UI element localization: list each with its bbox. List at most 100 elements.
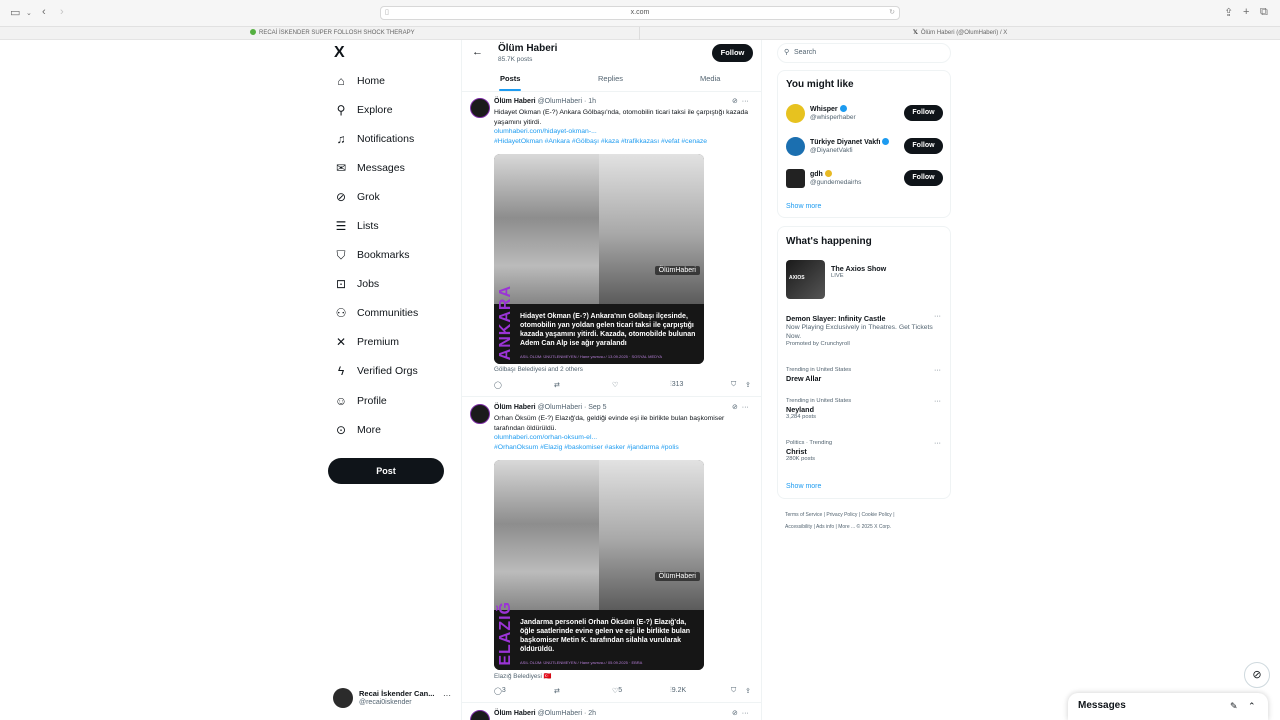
author-name[interactable]: Ölüm Haberi <box>494 98 536 105</box>
more-icon[interactable]: ··· <box>934 367 941 374</box>
x-logo[interactable]: X <box>328 44 458 66</box>
follow-button[interactable]: Follow <box>904 170 943 186</box>
search-input[interactable]: ⚲ Search <box>777 43 951 63</box>
nav-lists[interactable]: ☰ Lists <box>328 211 458 240</box>
axios-show-item[interactable]: The Axios Show LIVE <box>831 263 941 279</box>
share-icon[interactable]: ⇪ <box>745 381 751 389</box>
tweet-hashtags[interactable]: #OrhanOksum #Elazig #baskomiser #asker #… <box>494 444 679 451</box>
avatar[interactable] <box>470 98 490 118</box>
new-message-icon[interactable]: ✎ <box>1230 701 1238 712</box>
new-tab-icon[interactable]: + <box>1243 6 1249 18</box>
tab-posts[interactable]: Posts <box>500 74 520 83</box>
more-icon[interactable]: ··· <box>934 398 941 405</box>
nav-communities[interactable]: ⚇ Communities <box>328 299 458 328</box>
grok-icon[interactable]: ⊘ <box>732 98 738 105</box>
nav-profile[interactable]: ☺ Profile <box>328 386 458 415</box>
forward-icon[interactable]: › <box>60 6 64 18</box>
nav-jobs[interactable]: ⊡ Jobs <box>328 270 458 299</box>
views-icon[interactable]: ⫶ 313 <box>670 381 683 389</box>
author-name[interactable]: Ölüm Haberi <box>494 404 536 411</box>
show-more-link[interactable]: Show more <box>786 483 821 490</box>
grok-floating-button[interactable]: ⊘ <box>1244 662 1270 688</box>
back-arrow-icon[interactable]: ← <box>472 46 483 58</box>
messages-drawer[interactable]: Messages ✎ ⌃ <box>1068 693 1268 720</box>
more-icon[interactable]: ··· <box>742 98 749 105</box>
more-icon[interactable]: ··· <box>934 440 941 447</box>
share-icon[interactable]: ⇪ <box>1224 6 1233 19</box>
back-icon[interactable]: ‹ <box>42 6 46 18</box>
like-icon[interactable]: ♡ 5 <box>612 687 622 695</box>
promoted-item[interactable]: Demon Slayer: Infinity Castle Now Playin… <box>786 313 946 347</box>
suggestion-item[interactable]: Türkiye Diyanet Vakfı @DiyanetVakfi Foll… <box>786 136 946 158</box>
trend-item[interactable]: Trending in United States Drew Allar ··· <box>786 367 946 383</box>
nav-messages[interactable]: ✉ Messages <box>328 153 458 182</box>
tweet-image[interactable]: ÖlümHaberi ANKARA Hidayet Okman (E-?) An… <box>494 154 704 364</box>
nav-verified-orgs[interactable]: ϟ Verified Orgs <box>328 357 458 386</box>
repost-icon[interactable]: ⇄ <box>554 687 560 695</box>
tagged-users[interactable]: Elazığ Belediyesi 🇹🇷 <box>494 672 552 680</box>
more-icon[interactable]: ··· <box>742 404 749 411</box>
tabs-overview-icon[interactable]: ⧉ <box>1260 6 1268 19</box>
tweet-link[interactable]: olumhaberi.com/hidayet-okman-... <box>494 128 597 135</box>
avatar[interactable] <box>470 710 490 720</box>
footer-link[interactable]: Ads info <box>816 524 834 530</box>
tweet[interactable]: Ölüm Haberi @OlumHaberi · 2h ⊘ ··· <box>462 704 761 720</box>
footer-link[interactable]: More ... <box>838 524 855 530</box>
tweet[interactable]: Ölüm Haberi @OlumHaberi · Sep 5 ⊘ ··· Or… <box>462 398 761 703</box>
share-icon[interactable]: ⇪ <box>745 687 751 695</box>
address-bar[interactable]: ▯ x.com ↻ <box>380 6 900 20</box>
reply-icon[interactable]: ◯ 3 <box>494 687 506 695</box>
tab-replies[interactable]: Replies <box>598 74 623 83</box>
avatar[interactable] <box>470 404 490 424</box>
nav-premium[interactable]: ✕ Premium <box>328 328 458 357</box>
views-icon[interactable]: ⫶ 9.2K <box>670 687 686 695</box>
reload-icon[interactable]: ↻ <box>889 7 895 19</box>
reply-icon[interactable]: ◯ <box>494 381 502 389</box>
nav-home[interactable]: ⌂ Home <box>328 66 458 95</box>
tweet-link[interactable]: olumhaberi.com/orhan-oksum-el... <box>494 434 597 441</box>
tab-media[interactable]: Media <box>700 74 720 83</box>
like-icon[interactable]: ♡ <box>612 381 618 389</box>
tab-olum-haberi[interactable]: 𝕏 Ölüm Haberi (@OlumHaberi) / X <box>913 27 1007 40</box>
tweet-hashtags[interactable]: #HidayetOkman #Ankara #Gölbaşı #kaza #tr… <box>494 138 707 145</box>
nav-grok[interactable]: ⊘ Grok <box>328 182 458 211</box>
follow-button[interactable]: Follow <box>712 44 753 62</box>
suggestion-item[interactable]: Whisper @whisperhaber Follow <box>786 103 946 125</box>
nav-bookmarks[interactable]: ⛉ Bookmarks <box>328 241 458 270</box>
account-switcher[interactable]: Recai İskender Can... @recai0iskender ··… <box>333 687 455 709</box>
tweet-icons: ⊘ ··· <box>732 403 749 411</box>
trend-item[interactable]: Trending in United States Neyland 3,284 … <box>786 398 946 420</box>
bookmark-icon[interactable]: ⛉ <box>731 687 736 695</box>
tab-recai[interactable]: RECAİ İSKENDER SUPER FOLLOSH SHOCK THERA… <box>244 27 640 40</box>
bookmark-icon[interactable]: ⛉ <box>731 381 736 389</box>
suggestion-handle: @gundemedairhs <box>810 179 862 186</box>
chevron-down-icon[interactable]: ⌄ <box>26 9 32 17</box>
follow-button[interactable]: Follow <box>904 138 943 154</box>
tagged-users[interactable]: Gölbaşı Belediyesi and 2 others <box>494 366 583 373</box>
more-icon[interactable]: ··· <box>742 710 749 717</box>
tweet-image[interactable]: ÖlümHaberi ELAZIĞ Jandarma personeli Orh… <box>494 460 704 670</box>
grok-icon[interactable]: ⊘ <box>732 404 738 411</box>
axios-thumbnail[interactable]: AXIOS <box>786 260 825 299</box>
author-name[interactable]: Ölüm Haberi <box>494 710 536 717</box>
nav-notifications[interactable]: ♫ Notifications <box>328 124 458 153</box>
repost-icon[interactable]: ⇄ <box>554 381 560 389</box>
footer-link[interactable]: Accessibility <box>785 524 812 530</box>
more-icon[interactable]: ··· <box>934 313 941 320</box>
sidebar-toggle-icon[interactable]: ▭ <box>10 6 20 19</box>
tweet[interactable]: Ölüm Haberi @OlumHaberi · 1h ⊘ ··· Hiday… <box>462 92 761 397</box>
nav-explore[interactable]: ⚲ Explore <box>328 95 458 124</box>
trend-item[interactable]: Politics · Trending Christ 280K posts ··… <box>786 440 946 462</box>
suggestion-item[interactable]: gdh @gundemedairhs Follow <box>786 168 946 190</box>
panel-title: You might like <box>786 79 854 90</box>
footer-link[interactable]: Cookie Policy <box>862 512 892 518</box>
footer-link[interactable]: Terms of Service <box>785 512 822 518</box>
footer-link[interactable]: Privacy Policy <box>826 512 857 518</box>
grok-icon[interactable]: ⊘ <box>732 710 738 717</box>
expand-icon[interactable]: ⌃ <box>1248 701 1256 712</box>
post-button[interactable]: Post <box>328 458 444 484</box>
nav-label: Jobs <box>357 278 380 291</box>
follow-button[interactable]: Follow <box>904 105 943 121</box>
nav-more[interactable]: ⊙ More <box>328 415 458 444</box>
show-more-link[interactable]: Show more <box>786 203 821 210</box>
